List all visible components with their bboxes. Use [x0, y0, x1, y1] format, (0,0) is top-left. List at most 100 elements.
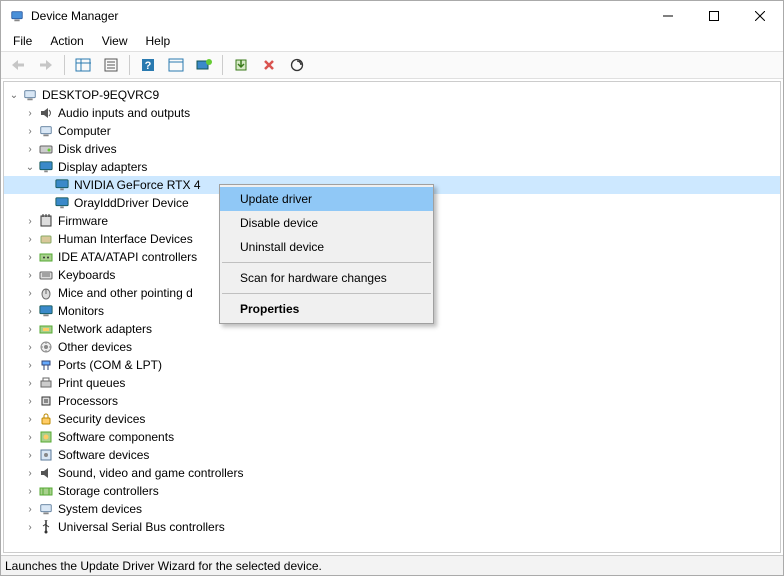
expand-icon[interactable]: › — [22, 267, 38, 283]
help-button[interactable]: ? — [135, 53, 161, 77]
tree-item[interactable]: ›Sound, video and game controllers — [4, 464, 780, 482]
expand-icon[interactable]: › — [22, 357, 38, 373]
tree-item[interactable]: › Software components — [4, 428, 780, 446]
tree-item[interactable]: › Audio inputs and outputs — [4, 104, 780, 122]
menu-action[interactable]: Action — [44, 32, 89, 50]
toolbar-separator — [64, 55, 65, 75]
toolbar-separator — [222, 55, 223, 75]
window-title: Device Manager — [31, 9, 645, 23]
context-menu: Update driverDisable deviceUninstall dev… — [219, 184, 434, 324]
expand-icon[interactable]: › — [22, 213, 38, 229]
ports-icon — [38, 357, 54, 373]
expand-icon[interactable]: › — [22, 285, 38, 301]
ide-icon — [38, 249, 54, 265]
mouse-icon — [38, 285, 54, 301]
expand-icon[interactable]: › — [22, 321, 38, 337]
back-button[interactable] — [5, 53, 31, 77]
update-driver-button[interactable] — [191, 53, 217, 77]
expand-icon[interactable]: › — [22, 483, 38, 499]
window: Device Manager File Action View Help — [0, 0, 784, 576]
system-icon — [38, 501, 54, 517]
tree-item-label: Monitors — [58, 304, 104, 318]
expand-icon[interactable]: › — [22, 231, 38, 247]
expand-icon[interactable]: › — [22, 375, 38, 391]
tree-item[interactable]: › Print queues — [4, 374, 780, 392]
expand-icon[interactable]: › — [22, 411, 38, 427]
firmware-icon — [38, 213, 54, 229]
svg-text:?: ? — [145, 60, 152, 72]
expand-icon[interactable]: › — [22, 519, 38, 535]
expand-icon[interactable]: › — [22, 249, 38, 265]
collapse-icon[interactable]: ⌄ — [6, 87, 22, 103]
forward-button[interactable] — [33, 53, 59, 77]
context-menu-item[interactable]: Uninstall device — [220, 235, 433, 259]
context-menu-item[interactable]: Disable device — [220, 211, 433, 235]
properties-button[interactable] — [98, 53, 124, 77]
sound-icon — [38, 465, 54, 481]
audio-icon — [38, 105, 54, 121]
tree-item-label: System devices — [58, 502, 142, 516]
tree-child-label: NVIDIA GeForce RTX 4 — [74, 178, 201, 192]
tree-item[interactable]: › Disk drives — [4, 140, 780, 158]
action-button[interactable] — [163, 53, 189, 77]
show-hide-tree-button[interactable] — [70, 53, 96, 77]
tree-item-label: Computer — [58, 124, 111, 138]
menu-view[interactable]: View — [96, 32, 134, 50]
tree-root[interactable]: ⌄ DESKTOP-9EQVRC9 — [4, 86, 780, 104]
expand-icon[interactable]: › — [22, 303, 38, 319]
toolbar: ? — [1, 51, 783, 79]
hid-icon — [38, 231, 54, 247]
expand-icon[interactable]: › — [22, 339, 38, 355]
tree-item-label: Firmware — [58, 214, 108, 228]
tree-root-label: DESKTOP-9EQVRC9 — [42, 88, 159, 102]
print-icon — [38, 375, 54, 391]
tree-item[interactable]: › Storage controllers — [4, 482, 780, 500]
menu-file[interactable]: File — [7, 32, 38, 50]
tree-item-label: Print queues — [58, 376, 125, 390]
minimize-button[interactable] — [645, 1, 691, 31]
tree-item[interactable]: › Software devices — [4, 446, 780, 464]
tree-item-label: Audio inputs and outputs — [58, 106, 190, 120]
expand-icon[interactable]: › — [22, 501, 38, 517]
softcomp-icon — [38, 429, 54, 445]
context-menu-separator — [222, 262, 431, 263]
system-icon — [38, 123, 54, 139]
tree-item[interactable]: › Computer — [4, 122, 780, 140]
collapse-icon[interactable]: ⌄ — [22, 159, 38, 175]
tree-item-label: Storage controllers — [58, 484, 159, 498]
cpu-icon — [38, 393, 54, 409]
context-menu-item[interactable]: Scan for hardware changes — [220, 266, 433, 290]
enable-device-button[interactable] — [228, 53, 254, 77]
keyboard-icon — [38, 267, 54, 283]
context-menu-item[interactable]: Properties — [220, 297, 433, 321]
tree-item-label: Disk drives — [58, 142, 117, 156]
expand-icon[interactable]: › — [22, 105, 38, 121]
tree-item[interactable]: ⌄Display adapters — [4, 158, 780, 176]
tree-item[interactable]: ›Universal Serial Bus controllers — [4, 518, 780, 536]
expand-icon[interactable]: › — [22, 465, 38, 481]
maximize-button[interactable] — [691, 1, 737, 31]
uninstall-device-button[interactable] — [256, 53, 282, 77]
scan-hardware-button[interactable] — [284, 53, 310, 77]
tree-item-label: Software components — [58, 430, 174, 444]
tree-item[interactable]: ›Ports (COM & LPT) — [4, 356, 780, 374]
menu-help[interactable]: Help — [140, 32, 177, 50]
tree-item[interactable]: ›Security devices — [4, 410, 780, 428]
context-menu-item[interactable]: Update driver — [220, 187, 433, 211]
tree-item[interactable]: › System devices — [4, 500, 780, 518]
tree-item-label: Human Interface Devices — [58, 232, 193, 246]
tree-item-label: Software devices — [58, 448, 149, 462]
expand-icon[interactable]: › — [22, 123, 38, 139]
tree-item[interactable]: › Processors — [4, 392, 780, 410]
expand-icon[interactable]: › — [22, 141, 38, 157]
close-button[interactable] — [737, 1, 783, 31]
disk-icon — [38, 141, 54, 157]
tree-item-label: Processors — [58, 394, 118, 408]
display-icon — [54, 195, 70, 211]
expand-icon[interactable]: › — [22, 429, 38, 445]
expand-icon[interactable]: › — [22, 393, 38, 409]
expand-icon[interactable]: › — [22, 447, 38, 463]
tree-item[interactable]: ›Other devices — [4, 338, 780, 356]
other-icon — [38, 339, 54, 355]
titlebar: Device Manager — [1, 1, 783, 31]
